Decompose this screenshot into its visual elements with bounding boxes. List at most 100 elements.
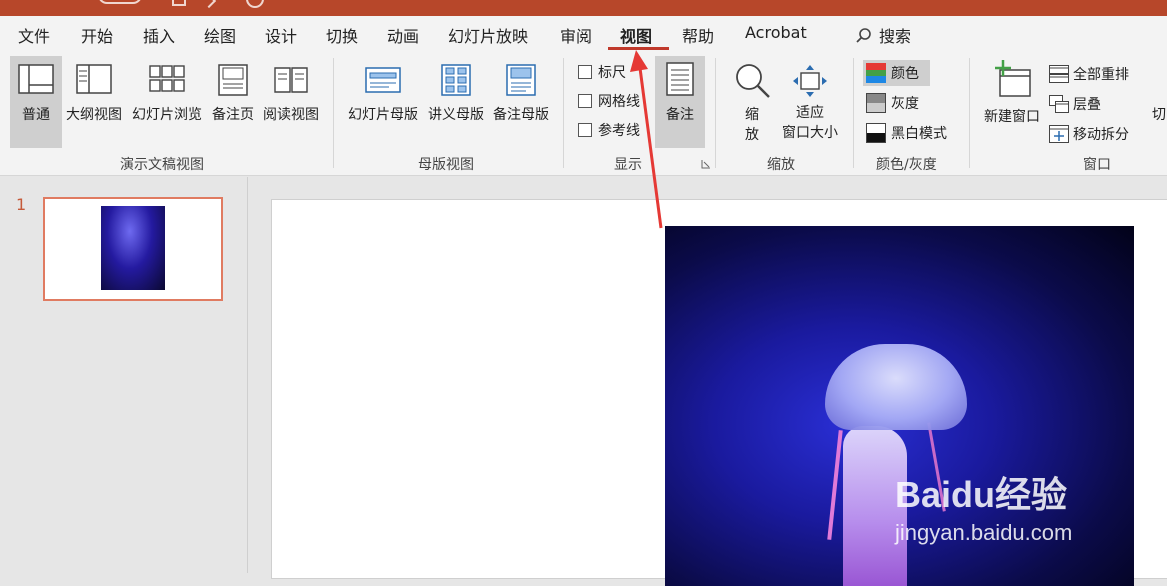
tab-view[interactable]: 视图	[620, 23, 652, 47]
tab-animations[interactable]: 动画	[387, 23, 419, 47]
move-split-icon	[1049, 125, 1069, 143]
tab-review[interactable]: 审阅	[560, 23, 592, 47]
fit-label-line1: 适应	[796, 105, 824, 121]
arrange-all-icon	[1049, 65, 1069, 83]
tab-draw[interactable]: 绘图	[204, 23, 236, 47]
tab-acrobat[interactable]: Acrobat	[745, 23, 807, 42]
cascade-button[interactable]: 层叠	[1049, 94, 1101, 114]
search-icon	[856, 28, 871, 43]
watermark-url: jingyan.baidu.com	[895, 520, 1073, 545]
baidu-watermark: Baidu经验 jingyan.baidu.com	[895, 466, 1072, 546]
group-separator	[969, 58, 970, 168]
slide-sorter-icon	[149, 65, 185, 92]
tab-design[interactable]: 设计	[265, 23, 297, 47]
color-group-label: 颜色/灰度	[876, 157, 937, 173]
jellyfish-tentacle	[827, 430, 843, 540]
new-window-icon	[995, 60, 1031, 97]
presentation-views-group-label: 演示文稿视图	[120, 157, 204, 173]
slide-master-button[interactable]: 幻灯片母版	[342, 64, 424, 124]
slide-thumbnail[interactable]	[43, 197, 223, 301]
group-separator	[563, 58, 564, 168]
notes-master-label: 备注母版	[493, 107, 549, 123]
outline-view-label: 大纲视图	[66, 107, 122, 123]
zoom-button[interactable]: 缩 放	[728, 60, 776, 144]
black-white-label: 黑白模式	[891, 126, 947, 142]
slide-number: 1	[16, 195, 27, 214]
tab-slideshow[interactable]: 幻灯片放映	[448, 23, 528, 47]
notes-icon	[666, 62, 694, 96]
reading-view-button[interactable]: 阅读视图	[258, 64, 324, 124]
outline-view-icon	[76, 64, 112, 94]
arrange-all-button[interactable]: 全部重排	[1049, 64, 1129, 84]
ruler-checkbox[interactable]: 标尺	[578, 62, 626, 82]
switch-window-button[interactable]: 切	[1152, 104, 1167, 124]
move-split-button[interactable]: 移动拆分	[1049, 124, 1129, 144]
start-icon[interactable]	[246, 0, 264, 8]
save-icon[interactable]	[172, 0, 186, 6]
arrange-all-label: 全部重排	[1073, 67, 1129, 83]
guides-checkbox-box[interactable]	[578, 123, 592, 137]
switch-window-label: 切	[1152, 107, 1166, 123]
notes-button[interactable]: 备注	[655, 62, 705, 124]
black-white-icon	[866, 123, 886, 143]
master-views-group-label: 母版视图	[418, 157, 474, 173]
new-window-button[interactable]: 新建窗口	[980, 60, 1044, 126]
tab-insert[interactable]: 插入	[143, 23, 175, 47]
cascade-icon	[1049, 95, 1069, 113]
handout-master-button[interactable]: 讲义母版	[424, 64, 488, 124]
watermark-brand: Baidu经验	[895, 474, 1068, 515]
customize-icon[interactable]	[283, 0, 293, 4]
slide-sorter-button[interactable]: 幻灯片浏览	[126, 64, 208, 124]
guides-label: 参考线	[598, 123, 640, 139]
search-label: 搜索	[879, 27, 912, 46]
color-swatch-icon	[866, 63, 886, 83]
undo-icon[interactable]	[201, 0, 217, 9]
jellyfish-photo[interactable]: Baidu经验 jingyan.baidu.com	[665, 226, 1134, 586]
reading-view-icon	[274, 67, 308, 93]
quick-access-toggle[interactable]	[98, 0, 142, 4]
reading-view-label: 阅读视图	[263, 107, 319, 123]
grayscale-label: 灰度	[891, 96, 919, 112]
show-dialog-launcher-icon[interactable]	[701, 159, 711, 169]
handout-master-icon	[441, 64, 471, 96]
cascade-label: 层叠	[1073, 97, 1101, 113]
ruler-label: 标尺	[598, 65, 626, 81]
gridlines-checkbox-box[interactable]	[578, 94, 592, 108]
window-group-label: 窗口	[1083, 157, 1111, 173]
tab-transitions[interactable]: 切换	[326, 23, 358, 47]
move-split-label: 移动拆分	[1073, 127, 1129, 143]
gridlines-checkbox[interactable]: 网格线	[578, 91, 640, 111]
slide-editing-area: Baidu经验 jingyan.baidu.com	[249, 177, 1167, 586]
tab-help[interactable]: 帮助	[682, 23, 714, 47]
normal-view-icon	[18, 64, 54, 94]
notes-page-button[interactable]: 备注页	[208, 64, 258, 124]
ruler-checkbox-box[interactable]	[578, 65, 592, 79]
fit-label-line2: 窗口大小	[782, 125, 838, 141]
black-white-button[interactable]: 黑白模式	[866, 123, 947, 143]
group-separator	[853, 58, 854, 168]
color-button[interactable]: 颜色	[866, 63, 919, 83]
notes-page-icon	[218, 64, 248, 96]
notes-master-button[interactable]: 备注母版	[488, 64, 554, 124]
slide-canvas[interactable]: Baidu经验 jingyan.baidu.com	[271, 199, 1167, 586]
group-separator	[715, 58, 716, 168]
tab-file[interactable]: 文件	[18, 23, 50, 47]
zoom-label-line2: 放	[745, 127, 759, 143]
slide-thumbnail-pane: 1	[0, 177, 248, 573]
grayscale-button[interactable]: 灰度	[866, 93, 919, 113]
guides-checkbox[interactable]: 参考线	[578, 120, 640, 140]
zoom-group-label: 缩放	[767, 157, 795, 173]
ribbon-view: 普通 大纲视图 幻灯片浏览 备注页 阅读视图 演示文稿视图 幻灯片母版 讲义母版…	[0, 50, 1167, 176]
magnifier-icon	[736, 64, 770, 98]
tab-home[interactable]: 开始	[81, 23, 113, 47]
search-box[interactable]: 搜索	[855, 23, 911, 47]
normal-view-label: 普通	[22, 107, 50, 123]
slide-master-label: 幻灯片母版	[348, 107, 418, 123]
slide-master-icon	[365, 67, 401, 93]
outline-view-button[interactable]: 大纲视图	[62, 64, 126, 124]
normal-view-button[interactable]: 普通	[10, 64, 62, 124]
notes-master-icon	[506, 64, 536, 96]
fit-to-window-button[interactable]: 适应 窗口大小	[776, 64, 844, 142]
group-separator	[333, 58, 334, 168]
color-label: 颜色	[891, 66, 919, 82]
